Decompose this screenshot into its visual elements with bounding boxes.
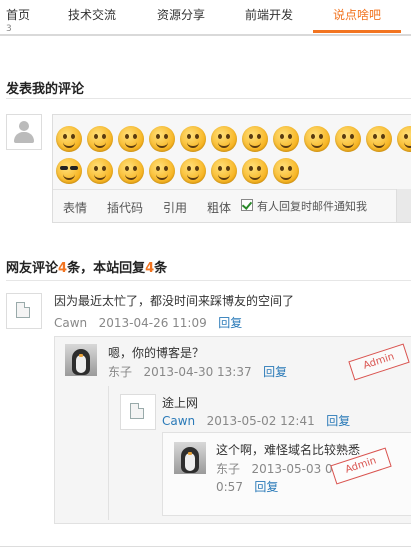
nav-item-frontend[interactable]: 前端开发 [245,0,293,32]
sad-emoji-icon[interactable] [273,158,299,184]
broken-image-icon [130,403,144,419]
top-nav: 首页 技术交流 资源分享 前端开发 说点啥吧 3 [0,0,411,36]
comment-meta: 东子 2013-04-30 13:37 回复 [108,363,287,380]
penguin-avatar [65,344,97,376]
comment-meta: Cawn 2013-04-26 11:09 回复 [54,314,242,331]
quote-button[interactable]: 引用 [163,199,187,216]
notify-checkbox[interactable] [241,199,253,211]
avatar [120,394,156,430]
insert-code-button[interactable]: 插代码 [107,199,143,216]
bold-button[interactable]: 粗体 [207,199,231,216]
question-emoji-icon[interactable] [180,158,206,184]
comment-count: 4 [58,261,68,276]
reply-button[interactable]: 回复 [254,480,278,494]
comments-title-suffix: 条 [154,261,168,276]
penguin-avatar [174,442,206,474]
nav-item-tech[interactable]: 技术交流 [68,0,116,32]
comment-form-title: 发表我的评论 [6,82,85,97]
divider [6,98,411,99]
comment-text: 因为最近太忙了，都没时间来踩博友的空间了 [54,294,295,308]
comment-text: 嗯，你的博客是？ [108,346,205,360]
comment-form: 表情 插代码 引用 粗体 有人回复时邮件通知我 [52,114,411,223]
nav-item-resources[interactable]: 资源分享 [157,0,205,32]
cool-emoji-icon[interactable] [56,158,82,184]
comments-title-middle: 条，本站回复 [67,261,146,276]
reply-button[interactable]: 回复 [263,365,287,379]
avatar [6,114,42,150]
emoji-button[interactable]: 表情 [63,199,87,216]
comment-meta: 东子 2013-05-03 0 [216,460,333,477]
divider [6,280,411,281]
comment-date: 2013-05-02 12:41 [206,414,315,428]
checkmark-icon [241,199,253,210]
comment-date-line2: 0:57 [216,480,243,494]
toolbar-divider [53,189,396,190]
comment-date: 2013-04-26 11:09 [98,316,207,330]
comment-author: 东子 [216,462,241,476]
sleep-emoji-icon[interactable] [335,126,361,152]
nav-item-chat[interactable]: 说点啥吧 [333,0,381,32]
comment-author: 东子 [108,365,133,379]
avatar [6,293,42,329]
active-tab-indicator [313,30,401,33]
scream-emoji-icon[interactable] [149,158,175,184]
sweat-emoji-icon[interactable] [87,158,113,184]
comments-count-title: 网友评论4条，本站回复4条 [6,257,167,276]
angry-emoji-icon[interactable] [242,126,268,152]
kiss-emoji-icon[interactable] [211,158,237,184]
cry-emoji-icon[interactable] [118,158,144,184]
comment-text: 途上网 [162,396,199,410]
reply-count: 4 [145,261,155,276]
user-placeholder-icon [11,119,37,145]
smirk-emoji-icon[interactable] [87,126,113,152]
comment-date: 2013-04-30 13:37 [143,365,252,379]
comment-meta-line2: 0:57 回复 [216,478,278,495]
think-emoji-icon[interactable] [273,126,299,152]
nav-overflow-char: 3 [6,24,12,34]
reply-button[interactable]: 回复 [218,316,242,330]
comment-author[interactable]: Cawn [162,414,195,428]
submit-button[interactable] [396,189,411,222]
teeth-emoji-icon[interactable] [397,126,411,152]
grin-emoji-icon[interactable] [56,126,82,152]
bottom-divider [0,546,411,547]
comment-meta: Cawn 2013-05-02 12:41 回复 [162,412,350,429]
laugh-emoji-icon[interactable] [180,126,206,152]
tongue-emoji-icon[interactable] [211,126,237,152]
comment-date-line1: 2013-05-03 0 [251,462,333,476]
smile-emoji-icon[interactable] [149,126,175,152]
comment-text: 这个啊，难怪域名比较熟悉 [216,443,361,457]
reply-button[interactable]: 回复 [326,414,350,428]
broken-image-icon [16,302,30,318]
comment-author: Cawn [54,316,88,330]
frown-emoji-icon[interactable] [118,126,144,152]
happy-emoji-icon[interactable] [366,126,392,152]
notify-label: 有人回复时邮件通知我 [257,200,367,213]
comments-title-prefix: 网友评论 [6,261,59,276]
thread-line [108,386,109,520]
surprise-emoji-icon[interactable] [304,126,330,152]
shock-emoji-icon[interactable] [242,158,268,184]
